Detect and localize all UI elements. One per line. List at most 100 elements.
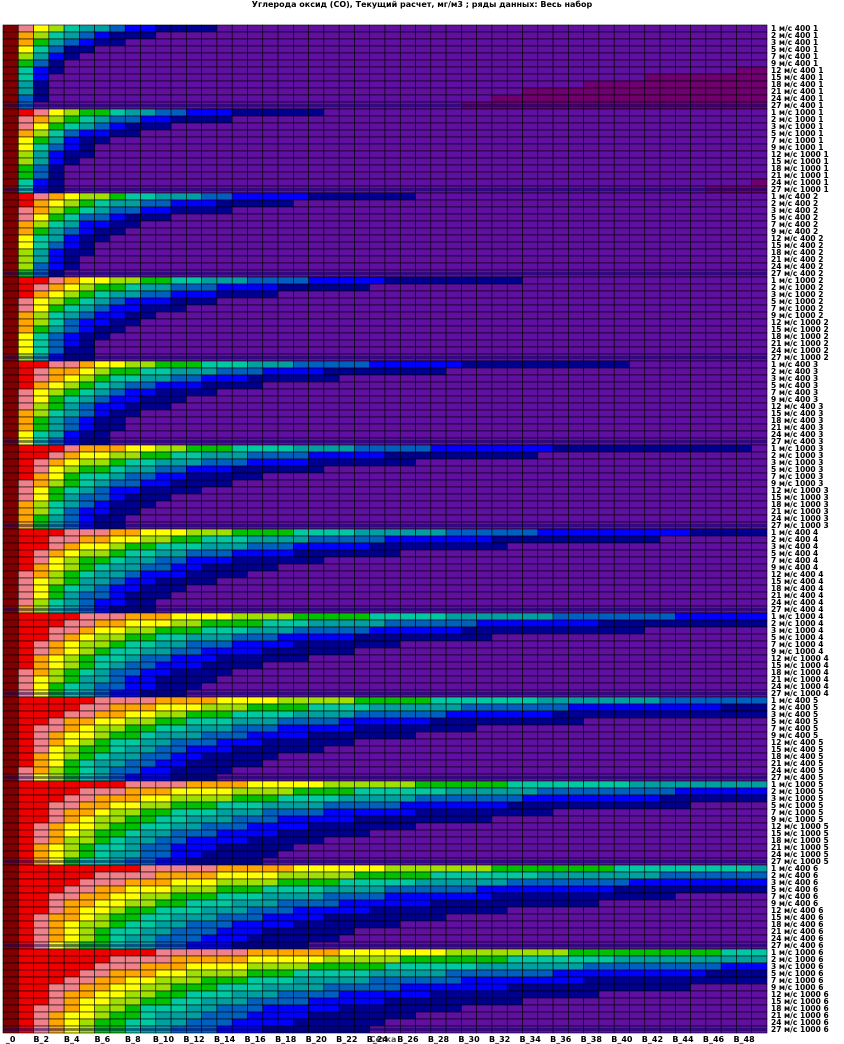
- heatmap-cell: [63, 682, 80, 691]
- heatmap-cell: [262, 479, 279, 488]
- heatmap-cell: [170, 80, 187, 89]
- heatmap-cell: [720, 696, 737, 705]
- heatmap-cell: [705, 122, 722, 131]
- heatmap-cell: [705, 164, 722, 173]
- heatmap-cell: [430, 157, 447, 166]
- heatmap-cell: [583, 703, 600, 712]
- heatmap-cell: [170, 136, 187, 145]
- heatmap-cell: [399, 514, 416, 523]
- heatmap-cell: [461, 367, 477, 376]
- heatmap-cell: [2, 444, 19, 453]
- heatmap-cell: [705, 339, 722, 348]
- heatmap-cell: [659, 402, 676, 411]
- heatmap-cell: [231, 514, 248, 523]
- heatmap-cell: [430, 703, 447, 712]
- heatmap-cell: [79, 87, 95, 96]
- heatmap-cell: [613, 402, 630, 411]
- heatmap-cell: [79, 640, 95, 649]
- heatmap-cell: [659, 171, 676, 180]
- heatmap-cell: [216, 115, 233, 124]
- heatmap-cell: [201, 514, 218, 523]
- heatmap-cell: [552, 220, 569, 229]
- heatmap-cell: [2, 80, 19, 89]
- heatmap-cell: [644, 325, 661, 334]
- heatmap-cell: [705, 199, 722, 208]
- heatmap-cell: [598, 136, 615, 145]
- heatmap-cell: [445, 311, 462, 320]
- heatmap-cell: [354, 311, 371, 320]
- heatmap-cell: [2, 59, 19, 68]
- heatmap-cell: [63, 661, 80, 670]
- heatmap-cell: [445, 395, 462, 404]
- heatmap-cell: [63, 213, 80, 222]
- heatmap-cell: [736, 465, 753, 474]
- heatmap-cell: [186, 325, 202, 334]
- heatmap-cell: [720, 668, 737, 677]
- heatmap-cell: [675, 262, 691, 271]
- heatmap-cell: [384, 563, 401, 572]
- heatmap-cell: [2, 339, 19, 348]
- heatmap-cell: [124, 59, 141, 68]
- heatmap-cell: [262, 640, 279, 649]
- heatmap-cell: [675, 619, 691, 628]
- heatmap-cell: [568, 430, 584, 439]
- heatmap-cell: [48, 199, 65, 208]
- heatmap-cell: [247, 388, 264, 397]
- heatmap-cell: [109, 199, 126, 208]
- heatmap-cell: [675, 626, 691, 635]
- heatmap-cell: [415, 297, 432, 306]
- heatmap-cell: [629, 115, 646, 124]
- heatmap-cell: [33, 465, 50, 474]
- heatmap-cell: [537, 507, 554, 516]
- heatmap-cell: [736, 304, 753, 313]
- heatmap-cell: [613, 556, 630, 565]
- heatmap-cell: [415, 640, 432, 649]
- heatmap-cell: [384, 136, 401, 145]
- heatmap-cell: [308, 297, 325, 306]
- heatmap-cell: [140, 598, 157, 607]
- heatmap-cell: [476, 178, 493, 187]
- heatmap-cell: [94, 108, 111, 117]
- heatmap-cell: [445, 213, 462, 222]
- heatmap-cell: [323, 423, 340, 432]
- heatmap-cell: [598, 31, 615, 40]
- heatmap-cell: [79, 241, 95, 250]
- heatmap-cell: [506, 514, 523, 523]
- heatmap-cell: [369, 486, 386, 495]
- heatmap-cell: [293, 297, 309, 306]
- heatmap-cell: [736, 682, 753, 691]
- heatmap-cell: [63, 129, 80, 138]
- heatmap-cell: [124, 612, 141, 621]
- heatmap-cell: [186, 136, 202, 145]
- heatmap-cell: [170, 143, 187, 152]
- heatmap-cell: [293, 654, 309, 663]
- heatmap-cell: [445, 297, 462, 306]
- heatmap-cell: [155, 262, 172, 271]
- heatmap-cell: [63, 262, 80, 271]
- heatmap-cell: [338, 514, 355, 523]
- heatmap-cell: [568, 423, 584, 432]
- heatmap-cell: [48, 346, 65, 355]
- heatmap-cell: [201, 248, 218, 257]
- heatmap-cell: [705, 458, 722, 467]
- heatmap-cell: [690, 402, 707, 411]
- heatmap-cell: [644, 206, 661, 215]
- heatmap-cell: [430, 87, 447, 96]
- heatmap-cell: [644, 479, 661, 488]
- heatmap-cell: [552, 668, 569, 677]
- heatmap-cell: [384, 255, 401, 264]
- heatmap-cell: [568, 24, 584, 33]
- heatmap-cell: [109, 150, 126, 159]
- heatmap-cell: [231, 346, 248, 355]
- heatmap-cell: [751, 472, 768, 481]
- heatmap-cell: [598, 325, 615, 334]
- heatmap-cell: [613, 311, 630, 320]
- heatmap-cell: [461, 178, 477, 187]
- heatmap-cell: [17, 150, 34, 159]
- heatmap-cell: [552, 584, 569, 593]
- heatmap-cell: [705, 500, 722, 509]
- heatmap-cell: [2, 38, 19, 47]
- heatmap-cell: [430, 668, 447, 677]
- heatmap-cell: [659, 598, 676, 607]
- heatmap-cell: [354, 395, 371, 404]
